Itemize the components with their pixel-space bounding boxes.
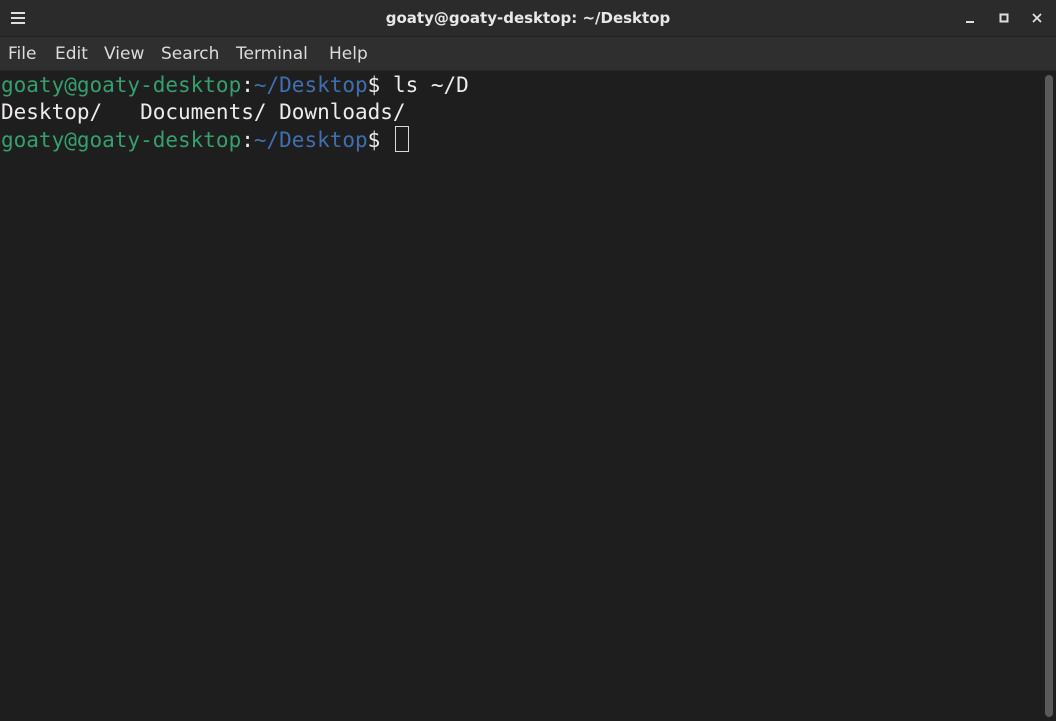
command-output: Desktop/ Documents/ Downloads/: [1, 100, 406, 124]
prompt-symbol: $: [367, 73, 393, 97]
prompt-separator: :: [241, 128, 254, 152]
scrollbar-thumb[interactable]: [1045, 75, 1053, 717]
prompt-separator: :: [241, 73, 254, 97]
terminal-line-output: Desktop/ Documents/ Downloads/: [1, 99, 406, 126]
text-cursor[interactable]: [394, 126, 409, 152]
vertical-scrollbar[interactable]: [1042, 71, 1056, 721]
window-title: goaty@goaty-desktop: ~/Desktop: [385, 9, 671, 27]
menu-view[interactable]: View: [104, 37, 144, 71]
minimize-icon[interactable]: [960, 8, 980, 28]
prompt-user-host: goaty@goaty-desktop: [1, 73, 242, 97]
prompt-symbol: $: [367, 128, 393, 152]
prompt-user-host: goaty@goaty-desktop: [1, 128, 242, 152]
menu-edit[interactable]: Edit: [55, 37, 88, 71]
menu-help[interactable]: Help: [329, 37, 368, 71]
prompt-path: ~/Desktop: [253, 73, 368, 97]
terminal-line-command: goaty@goaty-desktop:~/Desktop$ ls ~/D: [1, 72, 469, 99]
command-text: ls ~/D: [392, 73, 469, 97]
title-bar[interactable]: goaty@goaty-desktop: ~/Desktop: [0, 0, 1056, 37]
close-icon[interactable]: [1027, 8, 1047, 28]
terminal-line-prompt: goaty@goaty-desktop:~/Desktop$: [1, 126, 409, 153]
maximize-icon[interactable]: [994, 8, 1014, 28]
prompt-path: ~/Desktop: [253, 128, 368, 152]
menu-file[interactable]: File: [8, 37, 36, 71]
menu-search[interactable]: Search: [161, 37, 219, 71]
menu-terminal[interactable]: Terminal: [236, 37, 308, 71]
terminal-window: goaty@goaty-desktop: ~/Desktop File Edit…: [0, 0, 1056, 721]
terminal-output-area[interactable]: goaty@goaty-desktop:~/Desktop$ ls ~/D De…: [0, 71, 1042, 721]
menu-bar: File Edit View Search Terminal Help: [0, 37, 1056, 71]
